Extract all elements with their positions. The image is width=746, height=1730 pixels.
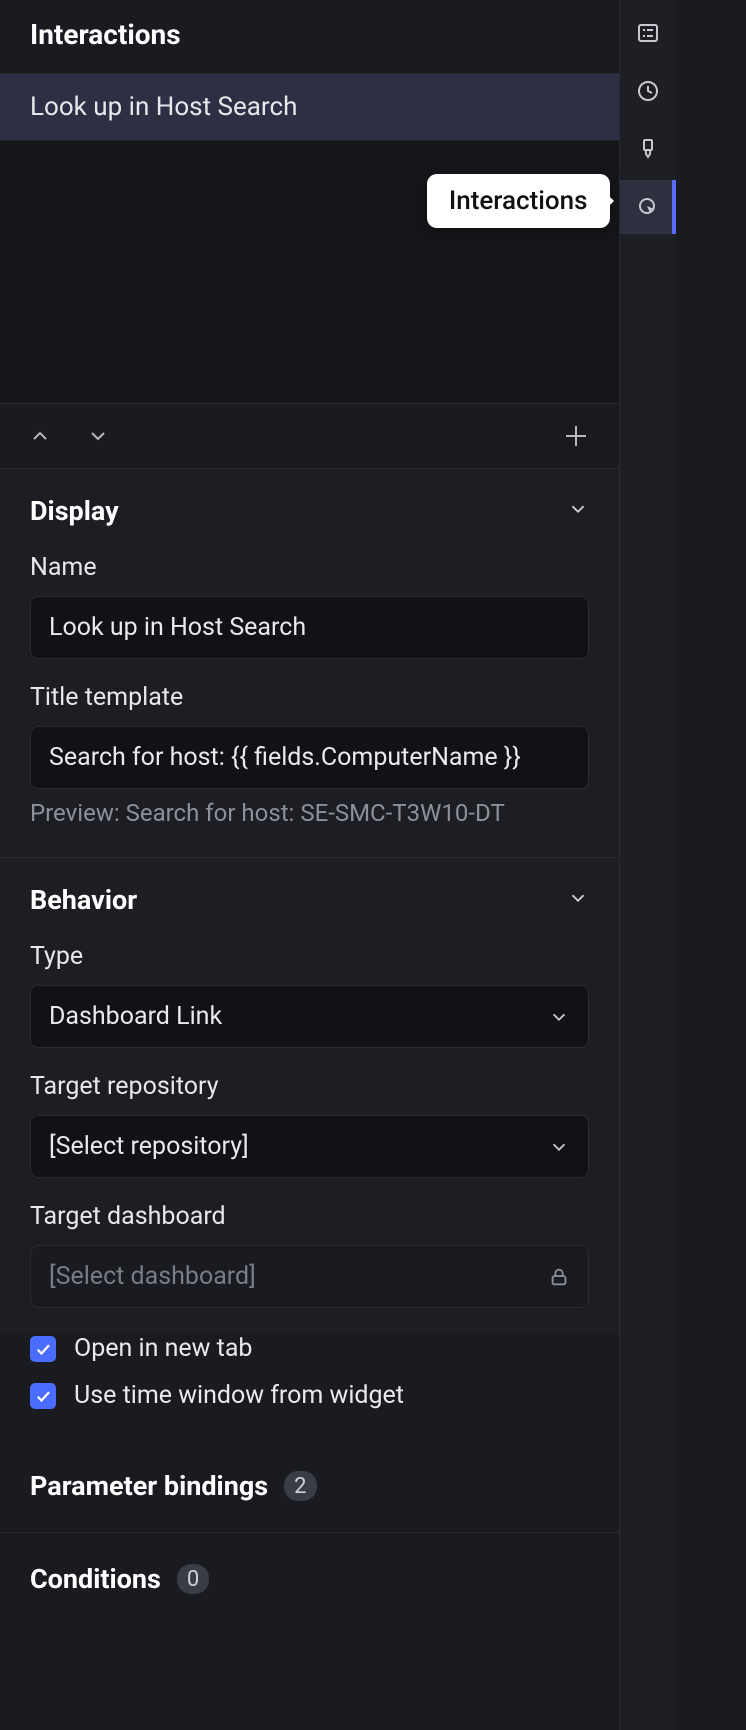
parameter-bindings-count: 2 — [284, 1471, 316, 1501]
target-dashboard-select: [Select dashboard] — [30, 1245, 589, 1308]
display-title: Display — [30, 495, 119, 527]
right-rail: Interactions — [619, 0, 675, 1730]
panel-title: Interactions — [30, 18, 589, 51]
behavior-title: Behavior — [30, 884, 137, 916]
title-template-label: Title template — [30, 683, 589, 712]
chevron-down-icon — [567, 498, 589, 524]
add-button[interactable] — [555, 415, 597, 457]
type-select[interactable]: Dashboard Link — [30, 985, 589, 1048]
panel-header: Interactions — [0, 0, 619, 74]
display-header[interactable]: Display — [30, 495, 589, 527]
target-repository-label: Target repository — [30, 1072, 589, 1101]
target-dashboard-value: [Select dashboard] — [49, 1262, 548, 1291]
check-icon — [34, 1387, 52, 1405]
clock-icon — [636, 79, 660, 103]
parameter-bindings-header[interactable]: Parameter bindings 2 — [0, 1440, 619, 1533]
name-input[interactable] — [30, 596, 589, 659]
conditions-header[interactable]: Conditions 0 — [0, 1533, 619, 1625]
open-new-tab-label: Open in new tab — [74, 1334, 252, 1363]
display-section: Display Name Title template Preview: Sea… — [0, 469, 619, 858]
empty-list-area — [0, 141, 619, 403]
check-icon — [34, 1340, 52, 1358]
chevron-down-icon — [548, 1136, 570, 1158]
rail-tab-history[interactable] — [620, 64, 676, 118]
title-template-preview: Preview: Search for host: SE-SMC-T3W10-D… — [30, 799, 589, 827]
move-up-button[interactable] — [22, 418, 58, 454]
title-template-input[interactable] — [30, 726, 589, 789]
chevron-down-icon — [567, 887, 589, 913]
use-time-window-label: Use time window from widget — [74, 1381, 404, 1410]
rail-tab-style[interactable] — [620, 122, 676, 176]
rail-tab-fields[interactable] — [620, 6, 676, 60]
conditions-count: 0 — [177, 1564, 209, 1594]
type-select-value: Dashboard Link — [49, 1002, 548, 1031]
behavior-header[interactable]: Behavior — [30, 884, 589, 916]
use-time-window-checkbox[interactable] — [30, 1383, 56, 1409]
list-toolbar — [0, 403, 619, 469]
brush-icon — [636, 137, 660, 161]
chevron-down-icon — [548, 1006, 570, 1028]
open-new-tab-checkbox[interactable] — [30, 1336, 56, 1362]
main-panel: Interactions Look up in Host Search Disp… — [0, 0, 619, 1730]
interaction-list-item[interactable]: Look up in Host Search — [0, 74, 619, 141]
open-new-tab-row[interactable]: Open in new tab — [30, 1334, 589, 1363]
list-icon — [636, 21, 660, 45]
move-down-button[interactable] — [80, 418, 116, 454]
use-time-window-row[interactable]: Use time window from widget — [30, 1381, 589, 1410]
rail-tab-interactions[interactable]: Interactions — [620, 180, 676, 234]
target-repository-select[interactable]: [Select repository] — [30, 1115, 589, 1178]
target-repository-value: [Select repository] — [49, 1132, 548, 1161]
conditions-title: Conditions — [30, 1563, 161, 1595]
target-dashboard-label: Target dashboard — [30, 1202, 589, 1231]
behavior-section: Behavior Type Dashboard Link Target repo… — [0, 858, 619, 1334]
name-label: Name — [30, 553, 589, 582]
parameter-bindings-title: Parameter bindings — [30, 1470, 268, 1502]
behavior-checkboxes: Open in new tab Use time window from wid… — [0, 1334, 619, 1440]
cursor-click-icon — [636, 195, 660, 219]
type-label: Type — [30, 942, 589, 971]
lock-icon — [548, 1266, 570, 1288]
